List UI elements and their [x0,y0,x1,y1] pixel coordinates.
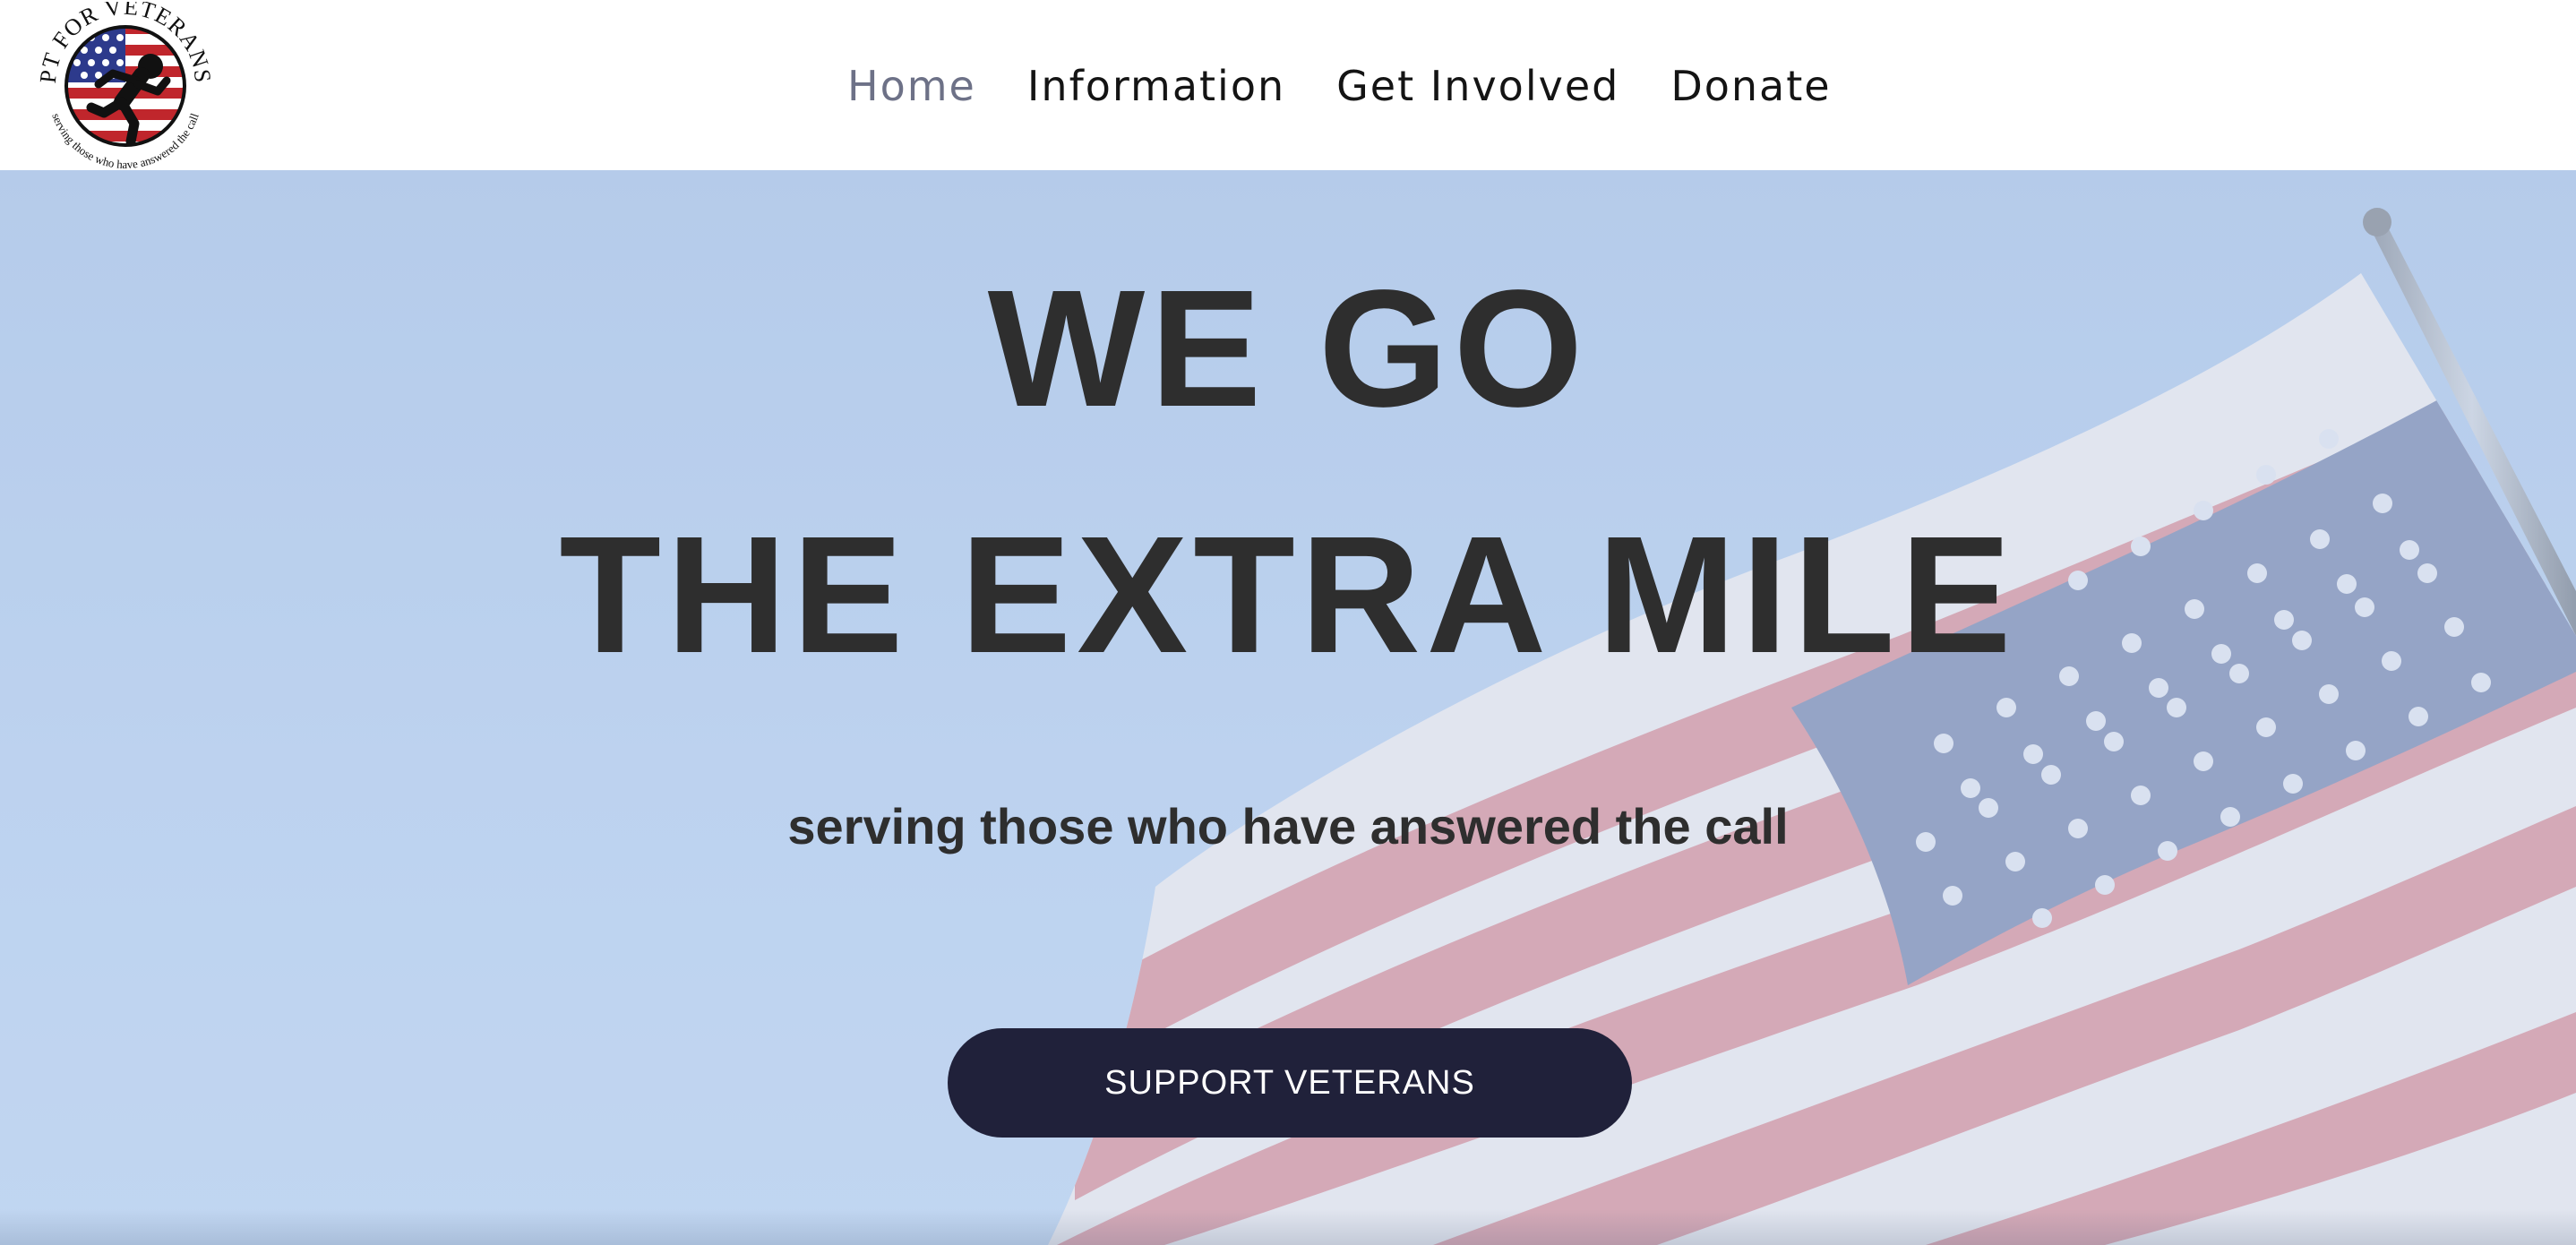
running-figure-flag-logo-icon: PT FOR VETERANS serving those who have a… [36,2,215,168]
hero-tagline: serving those who have answered the call [787,798,1789,854]
site-header: PT FOR VETERANS serving those who have a… [0,0,2576,170]
nav-information[interactable]: Information [1027,62,1285,110]
nav-donate[interactable]: Donate [1670,62,1831,110]
site-logo[interactable]: PT FOR VETERANS serving those who have a… [36,2,215,168]
nav-get-involved[interactable]: Get Involved [1336,62,1619,110]
nav-home[interactable]: Home [847,62,976,110]
hero-headline-line1: WE GO [987,256,1589,442]
hero-bottom-shade [0,1209,2576,1245]
hero-section: WE GO THE EXTRA MILE serving those who h… [0,170,2576,1245]
hero-headline-line2: THE EXTRA MILE [559,502,2017,688]
main-nav: Home Information Get Involved Donate [847,50,1832,122]
support-veterans-button[interactable]: SUPPORT VETERANS [948,1028,1632,1138]
